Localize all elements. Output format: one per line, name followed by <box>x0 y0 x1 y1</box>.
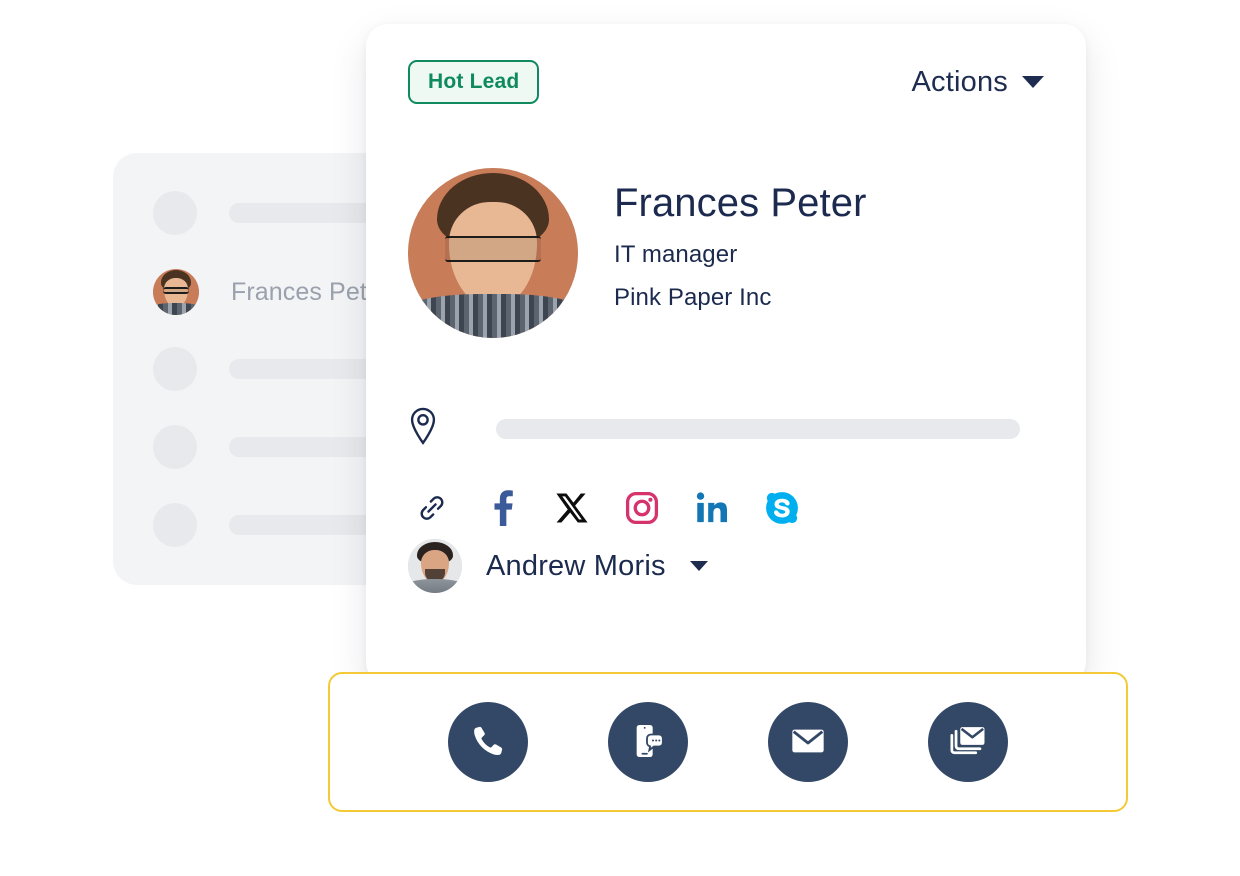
profile-avatar <box>408 168 578 338</box>
profile-role: IT manager <box>614 241 738 268</box>
map-pin-icon <box>408 407 438 450</box>
instagram-icon[interactable] <box>618 484 666 532</box>
website-link-icon[interactable] <box>408 484 456 532</box>
card-header: Hot Lead Actions <box>408 60 1044 104</box>
bulk-email-button[interactable] <box>928 702 1008 782</box>
sms-chat-icon <box>628 721 668 764</box>
assignee-name: Andrew Moris <box>486 549 666 582</box>
contact-detail-card: Hot Lead Actions Frances Peter IT manage… <box>366 24 1086 684</box>
social-links <box>408 484 806 532</box>
sms-button[interactable] <box>608 702 688 782</box>
page-title: Frances Peter <box>614 181 867 225</box>
call-button[interactable] <box>448 702 528 782</box>
linkedin-icon[interactable] <box>688 484 736 532</box>
envelope-icon <box>788 721 828 764</box>
facebook-icon[interactable] <box>478 484 526 532</box>
location-row <box>408 407 1020 450</box>
assignee-selector[interactable]: Andrew Moris <box>408 539 708 593</box>
profile-company: Pink Paper Inc <box>614 284 772 311</box>
quick-action-bar <box>328 672 1128 812</box>
location-value-placeholder <box>496 418 1020 439</box>
actions-label: Actions <box>911 65 1008 98</box>
stacked-envelopes-icon <box>947 720 989 765</box>
status-badge: Hot Lead <box>408 60 540 104</box>
chevron-down-icon <box>1022 76 1044 88</box>
avatar-placeholder <box>153 503 197 547</box>
avatar <box>408 539 462 593</box>
screen-root: Frances Pet Hot Lead Actions Frances Pet… <box>0 0 1240 876</box>
avatar <box>153 269 199 315</box>
avatar-placeholder <box>153 425 197 469</box>
x-twitter-icon[interactable] <box>548 484 596 532</box>
skype-icon[interactable] <box>758 484 806 532</box>
avatar-placeholder <box>153 347 197 391</box>
avatar-placeholder <box>153 191 197 235</box>
chevron-down-icon <box>689 561 708 571</box>
profile-identity: Frances Peter IT manager Pink Paper Inc <box>408 168 867 338</box>
list-item-label: Frances Pet <box>231 277 367 306</box>
email-button[interactable] <box>768 702 848 782</box>
actions-menu-button[interactable]: Actions <box>911 65 1044 99</box>
phone-icon <box>469 722 507 763</box>
